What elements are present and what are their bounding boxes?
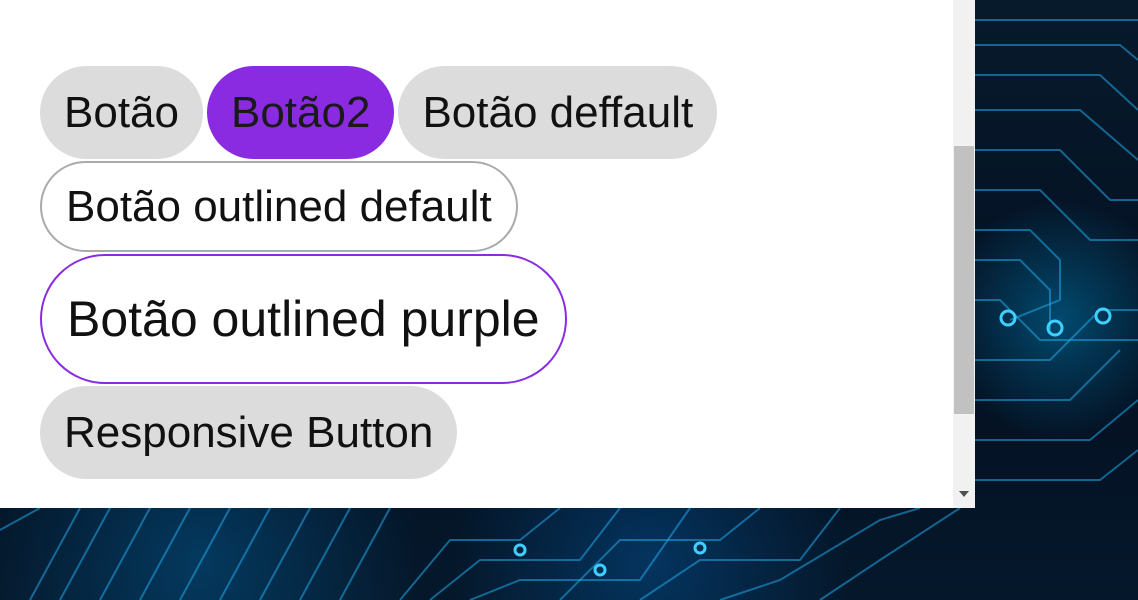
vertical-scrollbar[interactable] xyxy=(953,0,975,508)
responsive-button[interactable]: Responsive Button xyxy=(40,386,458,479)
purple-button[interactable]: Botão2 xyxy=(206,66,395,159)
button-row-3: Botão outlined purple xyxy=(40,254,940,384)
scrollbar-thumb[interactable] xyxy=(954,146,974,414)
button-row-4: Responsive Button xyxy=(40,386,940,479)
scroll-down-icon[interactable] xyxy=(959,491,969,497)
button-row-2: Botão outlined default xyxy=(40,161,940,252)
button-showcase: Botão Botão2 Botão deffault Botão outlin… xyxy=(40,66,940,481)
content-panel: Botão Botão2 Botão deffault Botão outlin… xyxy=(0,0,975,508)
button-row-1: Botão Botão2 Botão deffault xyxy=(40,66,940,159)
outlined-purple-button[interactable]: Botão outlined purple xyxy=(40,254,567,384)
outlined-default-button[interactable]: Botão outlined default xyxy=(40,161,518,252)
default-button[interactable]: Botão xyxy=(40,66,203,159)
default-button-2[interactable]: Botão deffault xyxy=(398,66,718,159)
